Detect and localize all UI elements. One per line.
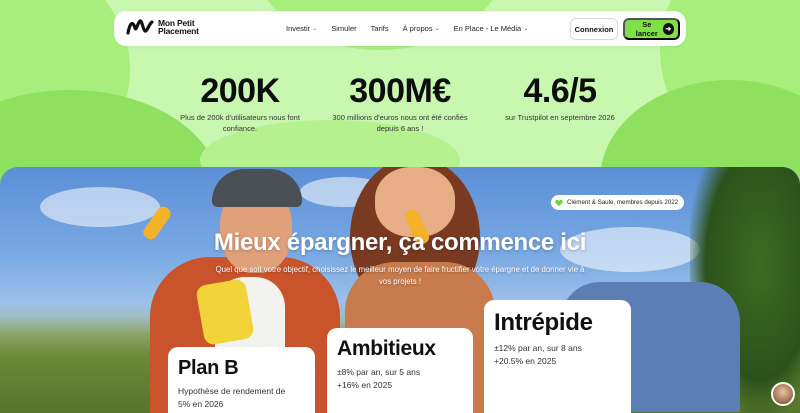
brand-name-line2: Placement (158, 26, 199, 36)
get-started-button[interactable]: Se lancer ➜ (623, 18, 680, 40)
plan-card-title: Ambitieux (337, 337, 436, 360)
nav-item-label: Investir (286, 24, 311, 33)
navbar: Mon Petit Placement Investir ⌄ Simuler T… (114, 11, 686, 46)
stat-value: 300M€ (349, 72, 451, 110)
brand-logo[interactable]: Mon Petit Placement (126, 18, 199, 36)
nav-item-label: Tarifs (370, 24, 389, 33)
plan-card-line: +20.5% en 2025 (494, 356, 557, 366)
bag-shape (195, 278, 255, 346)
plan-card-text: Hypothèse de rendement de 5% en 2026 (178, 385, 305, 411)
stat-description: Plus de 200k d'utilisateurs nous font co… (180, 113, 300, 133)
cap-shape (212, 169, 302, 207)
testimonial-text: Clément & Saule, membres depuis 2022 (567, 199, 679, 206)
stat-users: 200K Plus de 200k d'utilisateurs nous fo… (170, 74, 310, 134)
chevron-down-icon: ⌄ (523, 26, 529, 32)
plan-card-ambitieux[interactable]: Ambitieux ±8% par an, sur 5 ans +16% en … (327, 328, 473, 413)
plan-card-line: Hypothèse de rendement de (178, 386, 286, 396)
stat-value: 4.6/5 (523, 72, 597, 110)
logo-icon (126, 19, 154, 35)
nav-item-investir[interactable]: Investir ⌄ (286, 24, 317, 33)
testimonial-badge: Clément & Saule, membres depuis 2022 (551, 195, 685, 210)
nav-item-a-propos[interactable]: À propos ⌄ (403, 24, 440, 33)
stat-value: 200K (200, 72, 280, 110)
nav-item-simuler[interactable]: Simuler (331, 24, 356, 33)
stat-description: 300 millions d'euros nous ont été confié… (332, 113, 468, 133)
nav-item-label: Simuler (331, 24, 357, 33)
plan-card-line: ±8% par an, sur 5 ans (337, 367, 421, 377)
chevron-down-icon: ⌄ (312, 26, 318, 32)
nav-item-label: À propos (402, 24, 433, 33)
plan-card-title: Plan B (178, 357, 239, 379)
plan-card-line: ±12% par an, sur 8 ans (494, 343, 582, 353)
plan-card-line: 5% en 2026 (178, 399, 224, 409)
stat-description: sur Trustpilot en septembre 2026 (505, 113, 615, 122)
stat-rating: 4.6/5 sur Trustpilot en septembre 2026 (495, 74, 625, 123)
hero-title: Mieux épargner, ça commence ici (213, 229, 587, 256)
chevron-down-icon: ⌄ (434, 26, 440, 32)
nav-links: Investir ⌄ Simuler Tarifs À propos ⌄ En … (286, 11, 528, 46)
stat-assets: 300M€ 300 millions d'euros nous ont été … (325, 74, 475, 134)
get-started-label: Se lancer (635, 20, 658, 38)
login-button[interactable]: Connexion (570, 18, 618, 40)
plan-card-line: +16% en 2025 (337, 380, 393, 390)
plan-card-text: ±8% par an, sur 5 ans +16% en 2025 (337, 366, 463, 392)
nav-item-label: En Place - Le Média (453, 24, 522, 33)
chat-avatar[interactable] (771, 382, 795, 406)
plan-card-intrepide[interactable]: Intrépide ±12% par an, sur 8 ans +20.5% … (484, 300, 631, 413)
arrow-right-icon: ➜ (662, 23, 674, 35)
nav-item-media[interactable]: En Place - Le Média ⌄ (454, 24, 529, 33)
plan-card-text: ±12% par an, sur 8 ans +20.5% en 2025 (494, 342, 621, 368)
hero-subtitle: Quel que soit votre objectif, choisissez… (215, 265, 585, 286)
nav-item-tarifs[interactable]: Tarifs (371, 24, 389, 33)
plan-card-title: Intrépide (494, 309, 593, 336)
heart-icon (555, 199, 563, 206)
plan-card-plan-b[interactable]: Plan B Hypothèse de rendement de 5% en 2… (168, 347, 315, 413)
brand-name: Mon Petit Placement (158, 18, 199, 36)
